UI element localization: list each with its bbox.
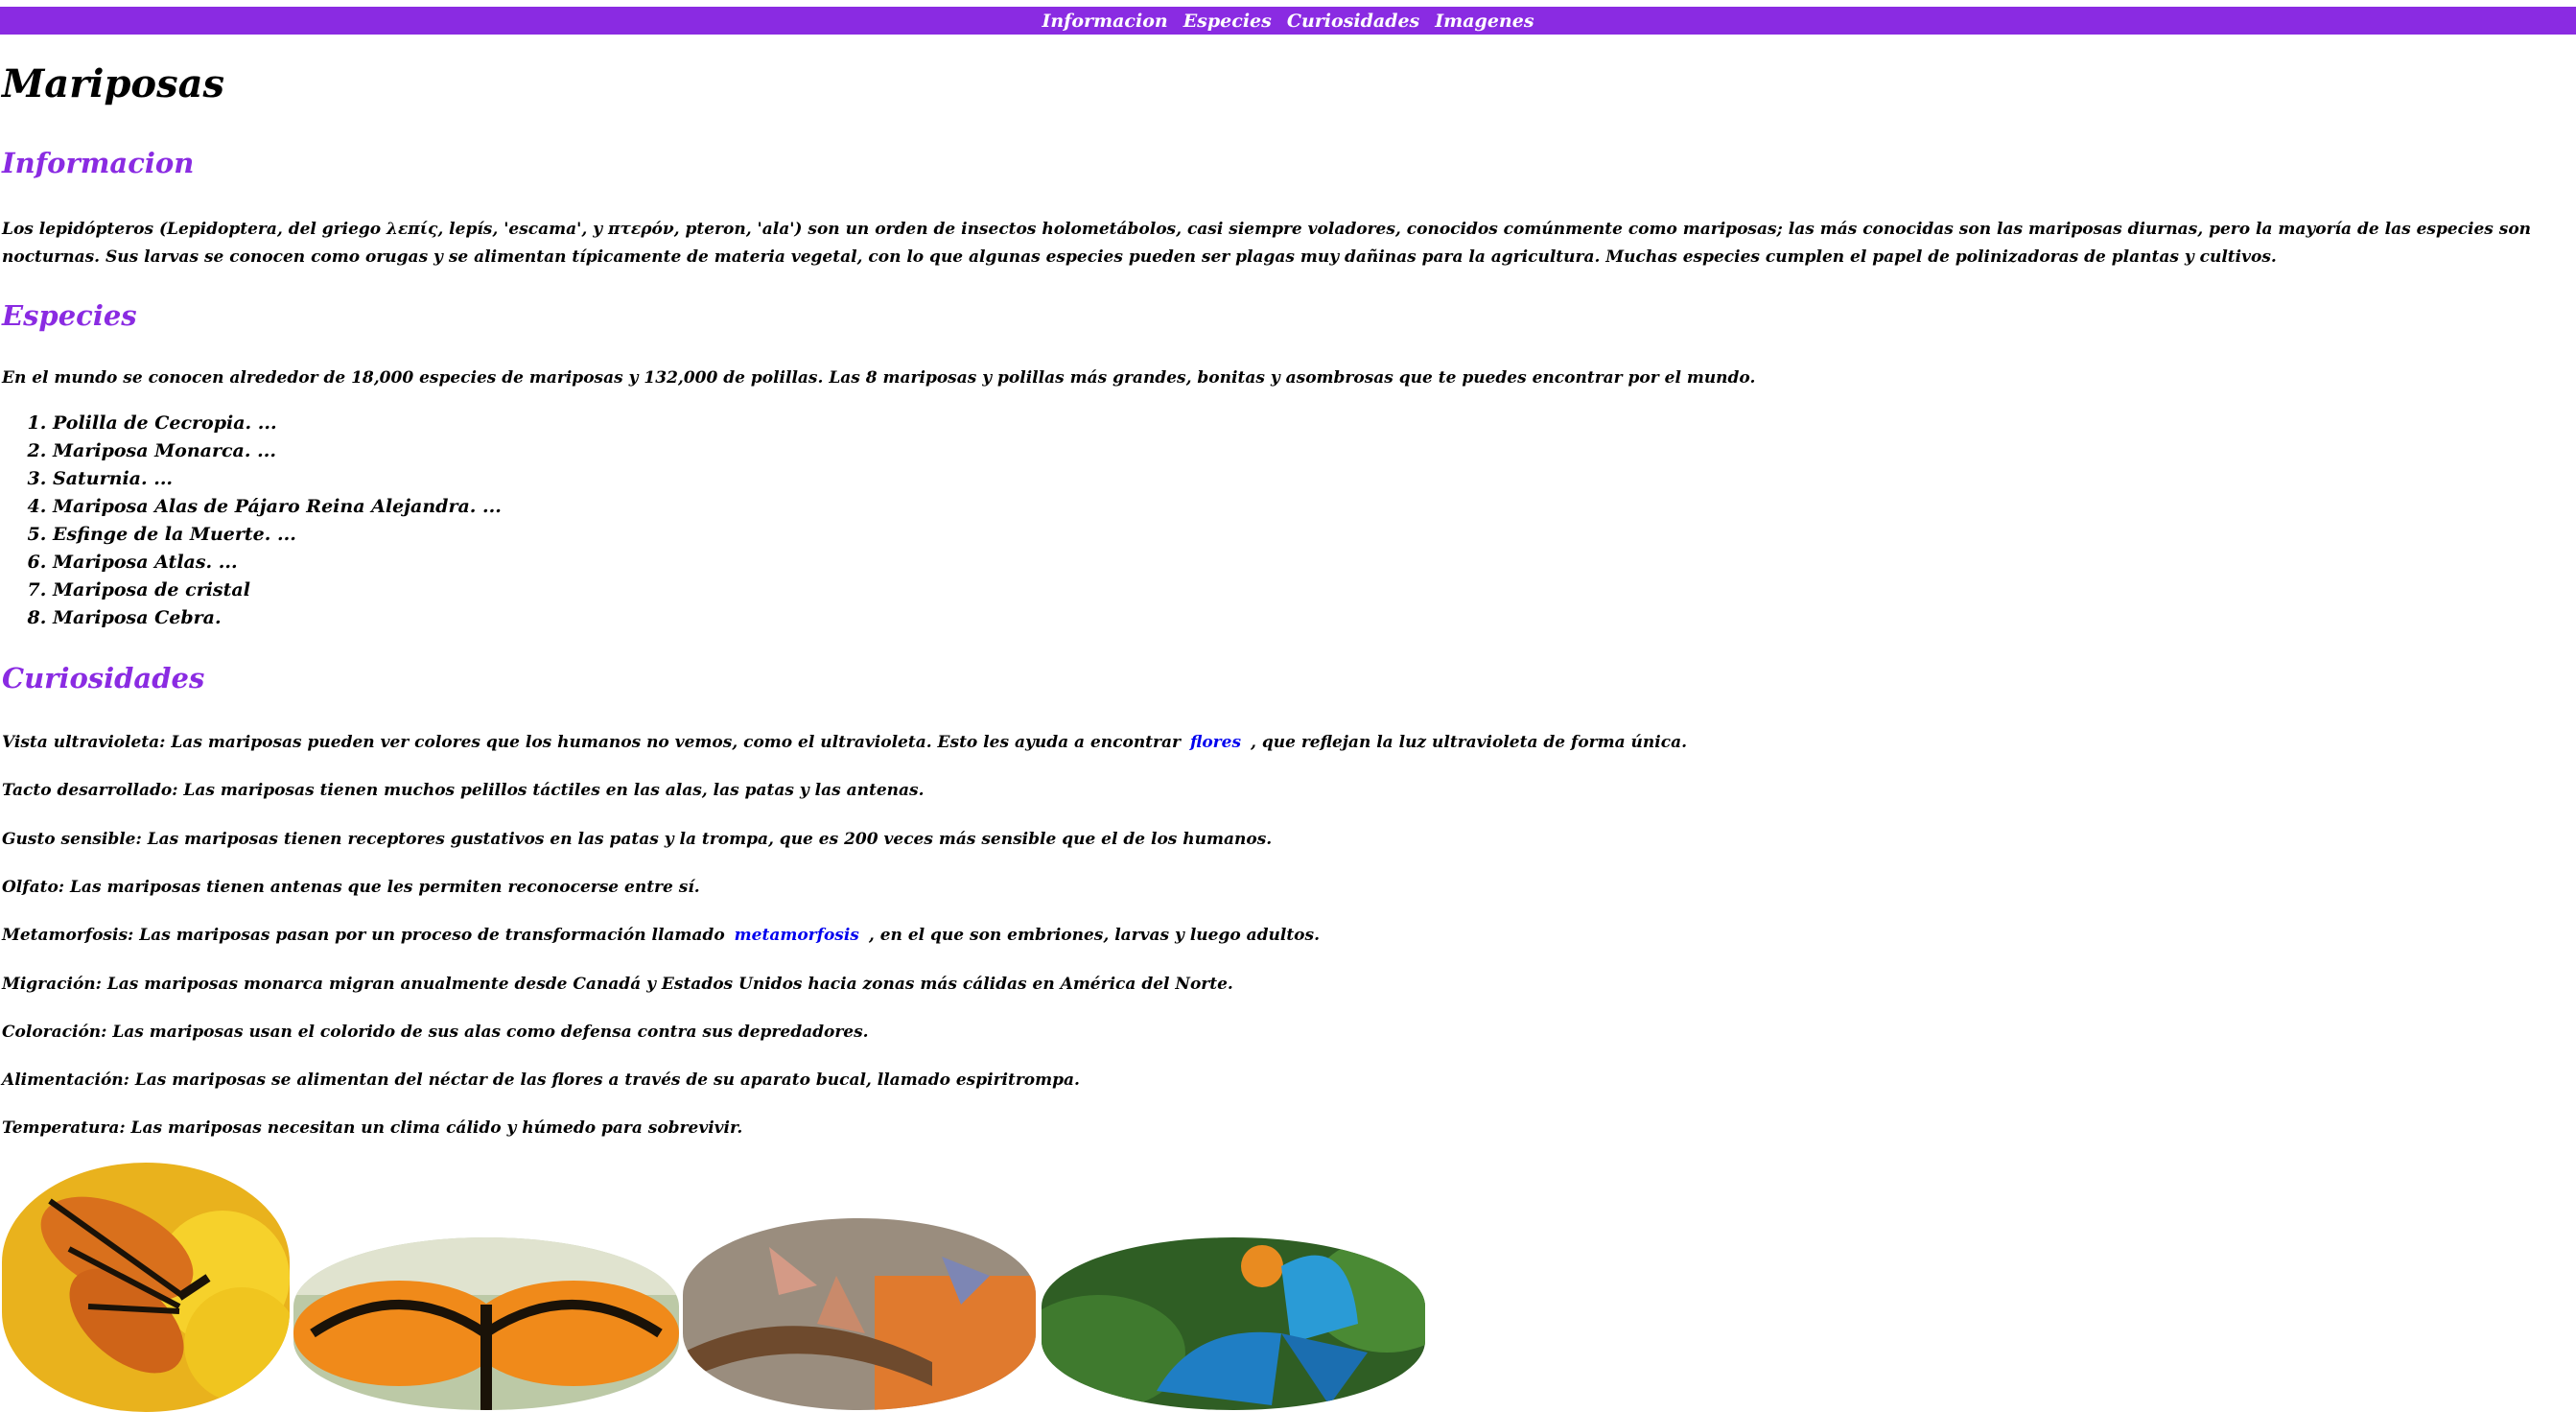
species-item: Mariposa Cebra. [53, 604, 502, 632]
butterfly-photo-branch [683, 1218, 1036, 1410]
curiosidad-metamorfosis-text: Metamorfosis: Las mariposas pasan por un… [2, 926, 725, 945]
curiosidad-metamorfosis: Metamorfosis: Las mariposas pasan por un… [2, 922, 1320, 950]
species-item: Mariposa de cristal [53, 577, 502, 604]
nav-link-imagenes[interactable]: Imagenes [1435, 11, 1534, 32]
butterfly-photo-monarch-flower [2, 1163, 290, 1412]
especies-intro: En el mundo se conocen alrededor de 18,0… [2, 368, 1756, 388]
nav-link-informacion[interactable]: Informacion [1042, 11, 1167, 32]
page-title: Mariposas [2, 61, 225, 106]
butterfly-photo-blue-morpho [1042, 1237, 1425, 1410]
informacion-paragraph: Los lepidópteros (Lepidoptera, del grieg… [2, 220, 2532, 267]
butterfly-photo-orange [293, 1237, 679, 1410]
species-item: Esfinge de la Muerte. ... [53, 521, 502, 549]
top-navbar: Informacion Especies Curiosidades Imagen… [0, 7, 2576, 35]
curiosidad-vista: Vista ultravioleta: Las mariposas pueden… [2, 729, 1687, 757]
link-metamorfosis[interactable]: metamorfosis [735, 926, 859, 945]
curiosidad-temperatura: Temperatura: Las mariposas necesitan un … [2, 1118, 743, 1138]
species-item: Mariposa Atlas. ... [53, 549, 502, 577]
curiosidad-migracion: Migración: Las mariposas monarca migran … [2, 975, 1233, 994]
species-item: Mariposa Monarca. ... [53, 437, 502, 465]
curiosidad-coloracion: Coloración: Las mariposas usan el colori… [2, 1023, 869, 1042]
curiosidad-metamorfosis-tail: , en el que son embriones, larvas y lueg… [868, 926, 1320, 945]
heading-informacion: Informacion [2, 147, 195, 179]
curiosidad-vista-text: Vista ultravioleta: Las mariposas pueden… [2, 733, 1181, 752]
image-gallery [0, 1161, 2576, 1412]
heading-curiosidades: Curiosidades [2, 662, 205, 694]
species-list: Polilla de Cecropia. ... Mariposa Monarc… [32, 410, 502, 632]
species-item: Saturnia. ... [53, 465, 502, 493]
species-item: Polilla de Cecropia. ... [53, 410, 502, 437]
nav-link-especies[interactable]: Especies [1183, 11, 1272, 32]
nav-link-curiosidades[interactable]: Curiosidades [1287, 11, 1419, 32]
species-item: Mariposa Alas de Pájaro Reina Alejandra.… [53, 493, 502, 521]
curiosidad-alimentacion: Alimentación: Las mariposas se alimentan… [2, 1071, 1080, 1090]
curiosidad-vista-tail: , que reflejan la luz ultravioleta de fo… [1251, 733, 1687, 752]
heading-especies: Especies [2, 299, 137, 332]
link-flores[interactable]: flores [1190, 733, 1241, 752]
curiosidad-gusto: Gusto sensible: Las mariposas tienen rec… [2, 830, 1273, 849]
curiosidad-tacto: Tacto desarrollado: Las mariposas tienen… [2, 781, 925, 800]
curiosidad-olfato: Olfato: Las mariposas tienen antenas que… [2, 878, 700, 897]
